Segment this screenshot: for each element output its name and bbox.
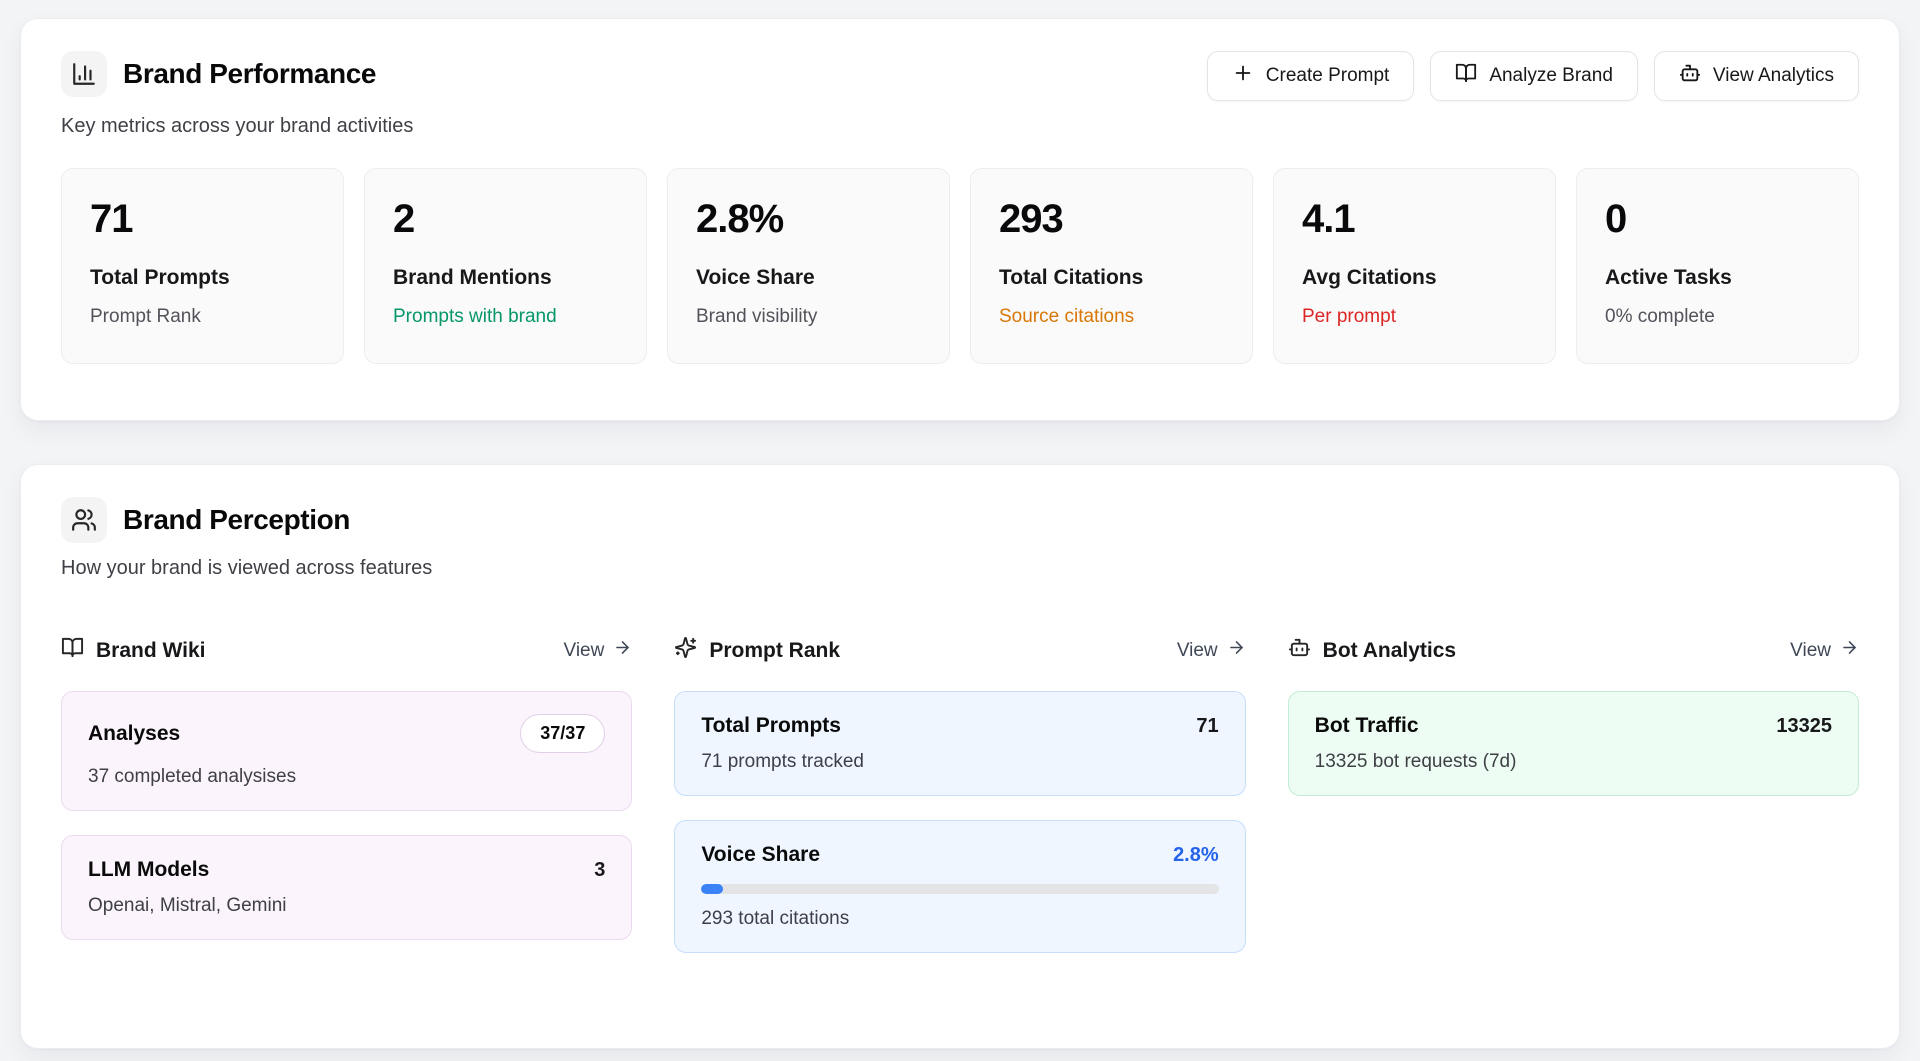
arrow-right-icon	[1227, 638, 1246, 663]
metric-card-active-tasks: 0 Active Tasks 0% complete	[1576, 168, 1859, 364]
bot-analytics-title: Bot Analytics	[1288, 636, 1456, 665]
llm-models-card[interactable]: LLM Models 3 Openai, Mistral, Gemini	[61, 835, 632, 940]
analyses-count-badge: 37/37	[520, 714, 605, 753]
brand-perception-section: Brand Perception How your brand is viewe…	[20, 464, 1900, 1049]
users-icon	[61, 497, 107, 543]
metric-sub: Prompt Rank	[90, 306, 315, 328]
bot-traffic-card[interactable]: Bot Traffic 13325 13325 bot requests (7d…	[1288, 691, 1859, 796]
llm-models-sub: Openai, Mistral, Gemini	[88, 895, 605, 917]
arrow-right-icon	[1840, 638, 1859, 663]
brand-wiki-column: Brand Wiki View Analyses 37/37 37 comple…	[61, 636, 632, 953]
metric-label: Avg Citations	[1302, 266, 1527, 290]
brand-perception-title: Brand Perception	[123, 504, 350, 536]
voice-share-sub: 293 total citations	[701, 908, 1218, 930]
analyses-title: Analyses	[88, 722, 180, 746]
metric-card-voice-share: 2.8% Voice Share Brand visibility	[667, 168, 950, 364]
metric-sub: 0% complete	[1605, 306, 1830, 328]
prompt-rank-title: Prompt Rank	[674, 636, 840, 665]
brand-performance-title: Brand Performance	[123, 58, 376, 90]
metric-value: 4.1	[1302, 196, 1527, 242]
bar-chart-icon	[61, 51, 107, 97]
sparkles-icon	[674, 636, 697, 665]
llm-models-title: LLM Models	[88, 858, 209, 882]
total-prompts-sub: 71 prompts tracked	[701, 751, 1218, 773]
voice-share-title: Voice Share	[701, 843, 820, 867]
analyses-card[interactable]: Analyses 37/37 37 completed analysises	[61, 691, 632, 811]
voice-share-progress-track	[701, 884, 1218, 894]
metric-card-avg-citations: 4.1 Avg Citations Per prompt	[1273, 168, 1556, 364]
metric-card-brand-mentions: 2 Brand Mentions Prompts with brand	[364, 168, 647, 364]
metric-sub: Per prompt	[1302, 306, 1527, 328]
brand-perception-subtitle: How your brand is viewed across features	[61, 557, 1859, 580]
metric-value: 0	[1605, 196, 1830, 242]
metric-value: 2.8%	[696, 196, 921, 242]
plus-icon	[1232, 62, 1254, 90]
bot-icon	[1288, 636, 1311, 665]
voice-share-progress-fill	[701, 884, 723, 894]
create-prompt-button[interactable]: Create Prompt	[1207, 51, 1415, 101]
brand-wiki-view-link[interactable]: View	[563, 638, 632, 663]
voice-share-value: 2.8%	[1173, 844, 1219, 867]
metric-card-total-prompts: 71 Total Prompts Prompt Rank	[61, 168, 344, 364]
arrow-right-icon	[613, 638, 632, 663]
total-prompts-card[interactable]: Total Prompts 71 71 prompts tracked	[674, 691, 1245, 796]
bot-traffic-sub: 13325 bot requests (7d)	[1315, 751, 1832, 773]
view-analytics-button[interactable]: View Analytics	[1654, 51, 1859, 101]
total-prompts-title: Total Prompts	[701, 714, 841, 738]
bot-traffic-value: 13325	[1776, 715, 1832, 738]
brand-performance-subtitle: Key metrics across your brand activities	[61, 115, 1859, 138]
metric-sub: Source citations	[999, 306, 1224, 328]
metric-label: Total Citations	[999, 266, 1224, 290]
brand-performance-section: Brand Performance Create Prompt Analyze …	[20, 18, 1900, 421]
bot-traffic-title: Bot Traffic	[1315, 714, 1419, 738]
metric-card-total-citations: 293 Total Citations Source citations	[970, 168, 1253, 364]
brand-wiki-title: Brand Wiki	[61, 636, 206, 665]
brand-perception-header: Brand Perception	[61, 497, 1859, 543]
dashboard-page: Brand Performance Create Prompt Analyze …	[0, 0, 1920, 1049]
bot-analytics-column: Bot Analytics View Bot Traffic 13325 133…	[1288, 636, 1859, 953]
features-grid: Brand Wiki View Analyses 37/37 37 comple…	[61, 636, 1859, 953]
metric-value: 71	[90, 196, 315, 242]
metrics-row: 71 Total Prompts Prompt Rank 2 Brand Men…	[61, 168, 1859, 364]
brand-performance-header: Brand Performance Create Prompt Analyze …	[61, 51, 1859, 101]
llm-models-value: 3	[594, 859, 605, 882]
metric-sub: Brand visibility	[696, 306, 921, 328]
metric-label: Total Prompts	[90, 266, 315, 290]
metric-sub: Prompts with brand	[393, 306, 618, 328]
analyses-sub: 37 completed analysises	[88, 766, 605, 788]
prompt-rank-view-link[interactable]: View	[1177, 638, 1246, 663]
prompt-rank-column: Prompt Rank View Total Prompts 71 71 pro…	[674, 636, 1245, 953]
metric-label: Brand Mentions	[393, 266, 618, 290]
book-open-icon	[61, 636, 84, 665]
metric-value: 293	[999, 196, 1224, 242]
book-open-icon	[1455, 62, 1477, 90]
metric-label: Voice Share	[696, 266, 921, 290]
voice-share-card[interactable]: Voice Share 2.8% 293 total citations	[674, 820, 1245, 953]
header-actions: Create Prompt Analyze Brand View Analyti…	[1207, 51, 1859, 101]
bot-icon	[1679, 62, 1701, 90]
metric-label: Active Tasks	[1605, 266, 1830, 290]
bot-analytics-view-link[interactable]: View	[1790, 638, 1859, 663]
analyze-brand-button[interactable]: Analyze Brand	[1430, 51, 1638, 101]
metric-value: 2	[393, 196, 618, 242]
total-prompts-value: 71	[1196, 715, 1218, 738]
